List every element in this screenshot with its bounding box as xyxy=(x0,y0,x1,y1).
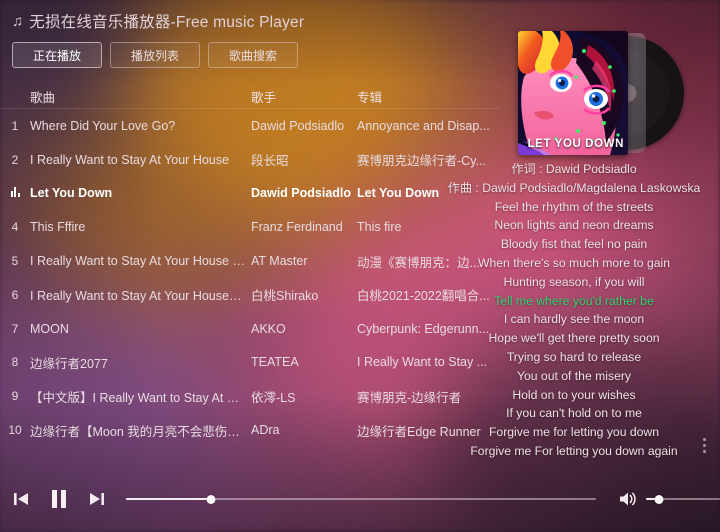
row-index: 5 xyxy=(11,254,19,269)
music-note-icon: ♫ xyxy=(12,12,24,30)
row-index: 7 xyxy=(11,321,19,336)
playlist-header-row: 歌曲 歌手 专辑 xyxy=(0,84,500,109)
table-row[interactable]: 5 I Really Want to Stay At Your House (R… xyxy=(0,244,500,278)
now-playing-indicator xyxy=(0,186,30,200)
table-row[interactable]: 8 边缘行者2077 TEATEA I Really Want to Stay … xyxy=(0,346,500,380)
row-index: 4 xyxy=(11,220,19,235)
row-artist: ADra xyxy=(251,423,280,438)
title-bar: ♫ 无损在线音乐播放器-Free music Player xyxy=(0,0,720,34)
tab-song-search[interactable]: 歌曲搜索 xyxy=(208,42,298,68)
row-song: 边缘行者2077 xyxy=(30,356,108,371)
lyric-line: Neon lights and neon dreams xyxy=(494,218,654,233)
column-header-song: 歌曲 xyxy=(30,90,56,105)
page-title: 无损在线音乐播放器-Free music Player xyxy=(29,14,305,31)
progress-slider[interactable] xyxy=(126,492,596,506)
progress-fill xyxy=(126,498,211,500)
volume-slider[interactable] xyxy=(646,492,720,506)
row-artist: Franz Ferdinand xyxy=(251,220,343,235)
row-song: This Fffire xyxy=(30,220,86,235)
player-controls-bar xyxy=(0,466,720,532)
row-index: 10 xyxy=(8,423,22,438)
lyric-line: 作词 : Dawid Podsiadlo xyxy=(511,162,637,176)
lyric-line: You out of the misery xyxy=(516,368,632,383)
playlist-table: 歌曲 歌手 专辑 1 Where Did Your Love Go? Dawid… xyxy=(0,84,500,447)
lyric-line: If you can't hold on to me xyxy=(506,406,642,421)
table-row[interactable]: 4 This Fffire Franz Ferdinand This fire xyxy=(0,210,500,244)
album-cover-title: LET YOU DOWN xyxy=(527,138,624,150)
row-artist: Dawid Podsiadlo xyxy=(251,118,345,133)
album-art-area[interactable]: LET YOU DOWN xyxy=(518,31,684,155)
row-song: I Really Want to Stay At Your House (Rem… xyxy=(30,254,245,269)
lyric-line: Forgive me for letting you down xyxy=(488,425,660,440)
row-song: I Really Want to Stay At Your House【赛博朋克… xyxy=(30,289,245,304)
lyric-line: Hope we'll get there pretty soon xyxy=(488,331,660,346)
table-row[interactable]: 6 I Really Want to Stay At Your House【赛博… xyxy=(0,278,500,312)
lyric-line: Hold on to your wishes xyxy=(512,387,636,402)
equalizer-bars-icon xyxy=(9,187,21,198)
table-row[interactable]: 1 Where Did Your Love Go? Dawid Podsiadl… xyxy=(0,109,500,143)
row-song: Let You Down xyxy=(30,186,113,201)
row-index: 9 xyxy=(11,389,19,404)
row-album: Annoyance and Disap... xyxy=(357,118,490,133)
volume-knob[interactable] xyxy=(654,494,664,504)
previous-track-button[interactable] xyxy=(10,488,32,510)
row-artist: 段长昭 xyxy=(251,154,289,169)
row-artist: Dawid Podsiadlo xyxy=(251,186,351,201)
tab-playlist[interactable]: 播放列表 xyxy=(110,42,200,68)
table-row[interactable]: 2 I Really Want to Stay At Your House 段长… xyxy=(0,143,500,177)
row-index: 8 xyxy=(11,355,19,370)
tab-now-playing[interactable]: 正在播放 xyxy=(12,42,102,68)
row-song: Where Did Your Love Go? xyxy=(30,118,176,133)
lyric-line-active: Tell me where you'd rather be xyxy=(494,293,654,308)
lyric-line: Bloody fist that feel no pain xyxy=(500,237,648,252)
row-artist: AKKO xyxy=(251,321,286,336)
volume-icon[interactable] xyxy=(618,490,638,508)
row-song: 【中文版】I Really Want to Stay At Your House… xyxy=(30,390,245,405)
row-artist: TEATEA xyxy=(251,355,299,370)
table-row[interactable]: 9 【中文版】I Really Want to Stay At Your Hou… xyxy=(0,379,500,413)
volume-control xyxy=(618,490,720,508)
lyric-line: Forgive me For letting you down again xyxy=(470,443,678,458)
lyric-line: I can hardly see the moon xyxy=(503,312,645,327)
next-track-button[interactable] xyxy=(86,488,108,510)
row-index: 2 xyxy=(11,152,19,167)
pause-button[interactable] xyxy=(48,488,70,510)
lyrics-panel[interactable]: 作词 : Dawid Podsiadlo 作曲 : Dawid Podsiadl… xyxy=(440,160,708,461)
column-header-album: 专辑 xyxy=(357,90,383,105)
table-row[interactable]: 10 边缘行者【Moon 我的月亮不会悲伤】prod by Itha... AD… xyxy=(0,413,500,447)
row-index: 6 xyxy=(11,287,19,302)
table-row-now-playing[interactable]: Let You Down Dawid Podsiadlo Let You Dow… xyxy=(0,177,500,211)
music-player-window: ♫ 无损在线音乐播放器-Free music Player 正在播放 播放列表 … xyxy=(0,0,720,532)
column-header-artist: 歌手 xyxy=(251,90,277,105)
row-index: 1 xyxy=(11,118,19,133)
lyric-line: When there's so much more to gain xyxy=(477,255,670,270)
progress-knob[interactable] xyxy=(206,494,216,504)
transport-buttons xyxy=(0,488,108,510)
table-row[interactable]: 7 MOON AKKO Cyberpunk: Edgerunn... xyxy=(0,312,500,346)
lyric-line: Hunting season, if you will xyxy=(503,274,645,289)
row-song: MOON xyxy=(30,321,69,336)
more-options-icon[interactable] xyxy=(703,438,706,453)
row-artist: 白桃Shirako xyxy=(251,289,319,304)
row-song: 边缘行者【Moon 我的月亮不会悲伤】prod by Itha... xyxy=(30,424,245,439)
row-song: I Really Want to Stay At Your House xyxy=(30,152,229,167)
lyric-line: Trying so hard to release xyxy=(506,349,642,364)
lyric-line: Feel the rhythm of the streets xyxy=(494,199,654,214)
row-artist: 依澪-LS xyxy=(251,390,296,405)
lyric-line: 作曲 : Dawid Podsiadlo/Magdalena Laskowska xyxy=(447,180,701,195)
album-cover-image: LET YOU DOWN xyxy=(518,31,628,155)
row-artist: AT Master xyxy=(251,254,308,269)
